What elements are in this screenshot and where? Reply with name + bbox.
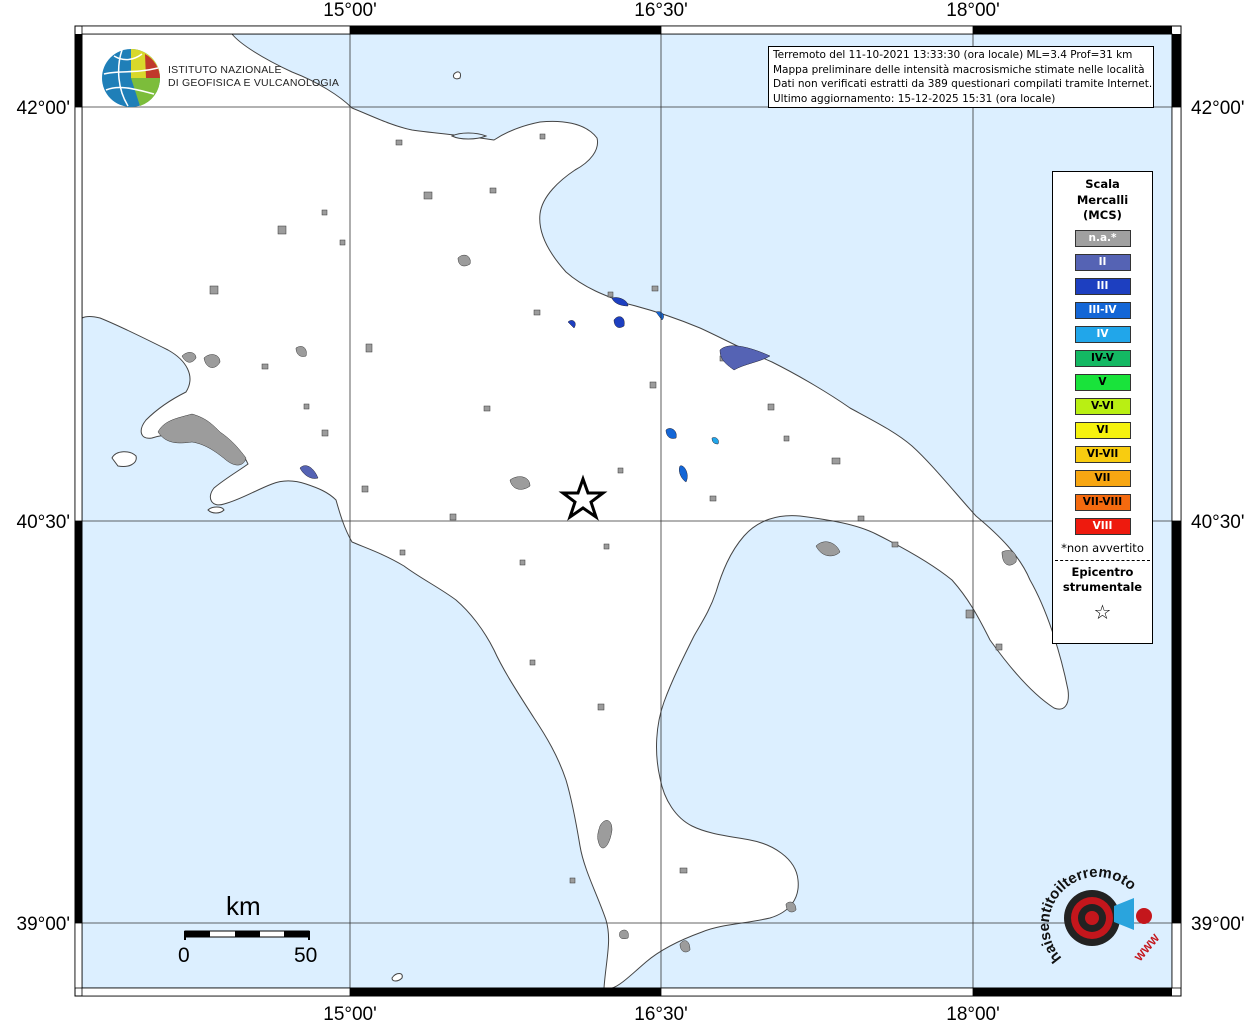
legend-item-5: IV-V xyxy=(1074,349,1131,367)
legend-items: n.a.* II III III-IV IV IV-V V V-VI VI VI-VII VII VI… xyxy=(1053,229,1152,535)
legend-epicenter-label: Epicentro strumentale xyxy=(1053,565,1152,596)
intensity-legend: Scala Mercalli (MCS) n.a.* II III III-IV IV I… xyxy=(1052,171,1153,644)
ingv-name: ISTITUTO NAZIONALE DI GEOFISICA E VULCAN… xyxy=(168,64,339,90)
ingv-globe-icon xyxy=(102,49,161,107)
lat-label-right-2: 40°30' xyxy=(1191,512,1245,533)
island-tremiti xyxy=(453,71,461,80)
event-info-line1: Terremoto del 11-10-2021 13:33:30 (ora l… xyxy=(773,49,1133,61)
scale-min: 0 xyxy=(178,944,190,967)
legend-item-8: VI xyxy=(1074,421,1131,439)
legend-item-9: VI-VII xyxy=(1074,445,1131,463)
legend-title-line2: Mercalli xyxy=(1076,192,1129,207)
legend-note: *non avvertito xyxy=(1061,540,1144,555)
legend-item-4: IV xyxy=(1074,325,1131,343)
event-info-line3: Dati non verificati estratti da 389 ques… xyxy=(773,78,1153,90)
lat-label-left-2: 40°30' xyxy=(17,512,71,533)
legend-item-6: V xyxy=(1074,373,1131,391)
legend-epicenter-line1: Epicentro xyxy=(1071,564,1134,579)
legend-title: Scala Mercalli (MCS) xyxy=(1053,177,1152,224)
lon-label-top-1: 15°00' xyxy=(323,0,377,21)
ingv-name-line1: ISTITUTO NAZIONALE xyxy=(168,64,282,76)
scale-max: 50 xyxy=(294,944,318,967)
legend-title-line1: Scala xyxy=(1085,177,1120,191)
lon-label-bottom-1: 15°00' xyxy=(323,1004,377,1024)
ingv-name-line2: DI GEOFISICA E VULCANOLOGIA xyxy=(168,77,340,89)
lat-label-left-3: 39°00' xyxy=(17,914,71,935)
lon-label-bottom-3: 18°00' xyxy=(946,1004,1000,1024)
legend-item-0: n.a.* xyxy=(1074,229,1131,247)
legend-item-11: VII-VIII xyxy=(1074,493,1131,511)
lon-label-bottom-2: 16°30' xyxy=(634,1004,688,1024)
legend-title-line3: (MCS) xyxy=(1083,208,1122,222)
legend-epicenter-line2: strumentale xyxy=(1062,580,1143,594)
lat-label-right-3: 39°00' xyxy=(1191,914,1245,935)
legend-item-3: III-IV xyxy=(1074,301,1131,319)
event-info-line2: Mappa preliminare delle intensità macros… xyxy=(773,63,1145,76)
lon-label-top-3: 18°00' xyxy=(946,0,1000,21)
legend-item-2: III xyxy=(1074,277,1131,295)
hsit-logo-www: WWW xyxy=(1133,932,1162,964)
legend-item-10: VII xyxy=(1074,469,1131,487)
island-capri xyxy=(207,506,225,514)
lon-label-top-2: 16°30' xyxy=(634,0,688,21)
event-info-line4: Ultimo aggiornamento: 15-12-2025 15:31 (… xyxy=(773,92,1056,105)
legend-item-1: II xyxy=(1074,253,1131,271)
legend-item-7: V-VI xyxy=(1074,397,1131,415)
legend-item-12: VIII xyxy=(1074,517,1131,535)
hsit-logo: haisentitoilterremoto.it WWW xyxy=(1032,858,1162,966)
lake-lesina xyxy=(450,132,488,140)
event-info-box: Terremoto del 11-10-2021 13:33:30 (ora l… xyxy=(768,46,1154,108)
lat-label-left-1: 42°00' xyxy=(17,98,71,119)
legend-star-icon: ☆ xyxy=(1093,599,1112,624)
legend-divider xyxy=(1055,559,1150,561)
lat-label-right-1: 42°00' xyxy=(1191,98,1245,119)
